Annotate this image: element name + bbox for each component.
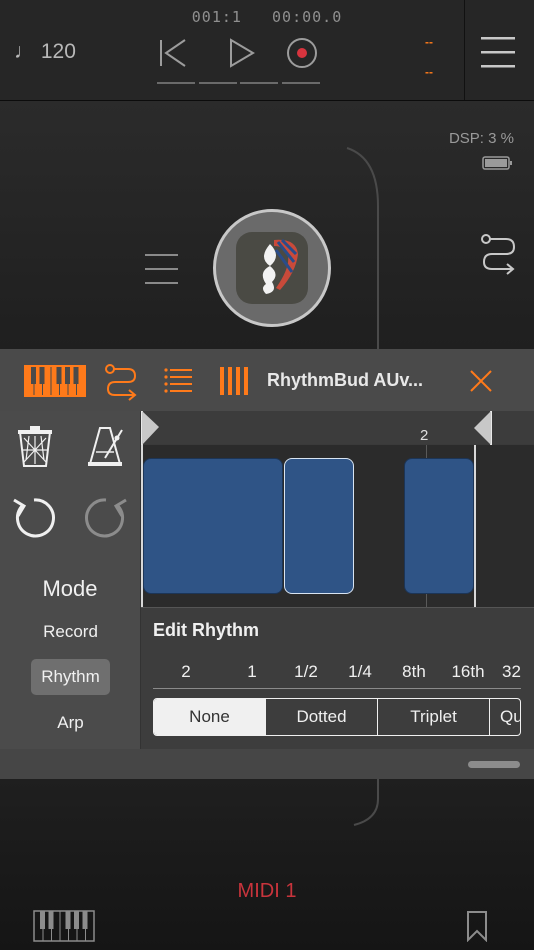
plugin-panel: RhythmBud AUv... Mode Record Rhythm Arp … — [0, 349, 534, 779]
modifier-quintuplet[interactable]: Qu — [490, 699, 520, 735]
modifier-dotted[interactable]: Dotted — [266, 699, 378, 735]
rhythm-value-half[interactable]: 1/2 — [286, 662, 326, 682]
rhythmbud-logo-icon — [262, 238, 298, 294]
rhythm-value-divider — [153, 688, 521, 689]
battery-icon — [482, 156, 512, 170]
rhythm-value-8th[interactable]: 8th — [394, 662, 434, 682]
metronome-icon[interactable] — [86, 424, 126, 468]
track-name[interactable]: MIDI 1 — [0, 880, 534, 903]
piano-keyboard-icon[interactable] — [24, 365, 86, 397]
connection-curve — [346, 147, 379, 356]
rhythm-note[interactable] — [404, 458, 474, 594]
tool-column: Mode Record Rhythm Arp — [0, 411, 141, 749]
rewind-underline — [157, 82, 195, 84]
edit-rhythm-panel: Edit Rhythm 2 1 1/2 1/4 8th 16th 32 None… — [141, 607, 534, 750]
close-icon[interactable] — [469, 369, 493, 393]
trash-icon[interactable] — [16, 426, 54, 468]
time-readout: 00:00.0 — [272, 8, 343, 26]
redo-icon[interactable] — [84, 496, 128, 540]
dsp-value: 3 % — [488, 130, 514, 147]
rhythmbud-node[interactable] — [213, 209, 331, 327]
transport-bar: 001:1 00:00.0 ♩ 120 -- -- — [0, 0, 534, 101]
meter-bottom: -- — [425, 65, 433, 79]
mode-arp[interactable]: Arp — [31, 705, 110, 741]
mode-rhythm[interactable]: Rhythm — [31, 659, 110, 695]
toolbar-divider — [464, 0, 465, 100]
rhythm-value-32nd[interactable]: 32 — [502, 662, 522, 682]
mode-title: Mode — [42, 576, 98, 601]
loop-start-handle[interactable] — [141, 411, 161, 445]
rhythmbud-app-icon — [236, 232, 308, 304]
edit-rhythm-title: Edit Rhythm — [153, 620, 259, 640]
position-time-readout: 001:1 00:00.0 — [0, 8, 534, 26]
modifier-none[interactable]: None — [154, 699, 266, 735]
routing-icon[interactable] — [480, 232, 518, 276]
plugin-title: RhythmBud AUv... — [267, 370, 423, 390]
record-underline — [282, 82, 320, 84]
level-meters: -- -- — [418, 34, 440, 80]
keyboard-toggle-icon[interactable] — [33, 910, 95, 942]
node-list-icon[interactable] — [144, 252, 180, 286]
tempo-readout[interactable]: ♩ 120 — [14, 40, 76, 64]
loop-end-handle[interactable] — [472, 411, 492, 445]
rhythm-value-16th[interactable]: 16th — [448, 662, 488, 682]
rewind-icon[interactable] — [156, 36, 194, 70]
rhythm-note-selected[interactable] — [284, 458, 354, 594]
bookmark-icon[interactable] — [466, 910, 488, 942]
rhythm-modifier-control: None Dotted Triplet Qu — [153, 698, 521, 736]
meter-top: -- — [425, 35, 433, 49]
plugin-toolbar: RhythmBud AUv... — [0, 349, 534, 411]
rhythm-value-1[interactable]: 1 — [232, 662, 272, 682]
connection-curve-lower — [353, 779, 379, 826]
record-icon[interactable] — [283, 36, 321, 70]
undo-icon[interactable] — [12, 496, 56, 540]
dsp-readout: DSP: 3 % — [449, 130, 514, 147]
panel-footer — [0, 749, 534, 779]
presets-list-icon[interactable] — [164, 367, 194, 395]
plugin-routing-icon[interactable] — [104, 363, 140, 401]
rhythm-value-2[interactable]: 2 — [166, 662, 206, 682]
modifier-triplet[interactable]: Triplet — [378, 699, 490, 735]
position-readout: 001:1 — [191, 8, 242, 26]
loop-end-line — [474, 445, 476, 607]
ruler-bar-number: 2 — [420, 427, 429, 444]
play-icon[interactable] — [222, 36, 260, 70]
plugin-view-icon[interactable] — [220, 367, 248, 395]
dsp-label: DSP: — [448, 130, 484, 147]
panel-resize-handle[interactable] — [468, 761, 520, 768]
play-underline — [199, 82, 237, 84]
rhythm-value-quarter[interactable]: 1/4 — [340, 662, 380, 682]
rhythm-note[interactable] — [143, 458, 283, 594]
play-underline-2 — [240, 82, 278, 84]
mode-record[interactable]: Record — [31, 614, 110, 650]
hamburger-menu-icon[interactable] — [480, 34, 516, 70]
